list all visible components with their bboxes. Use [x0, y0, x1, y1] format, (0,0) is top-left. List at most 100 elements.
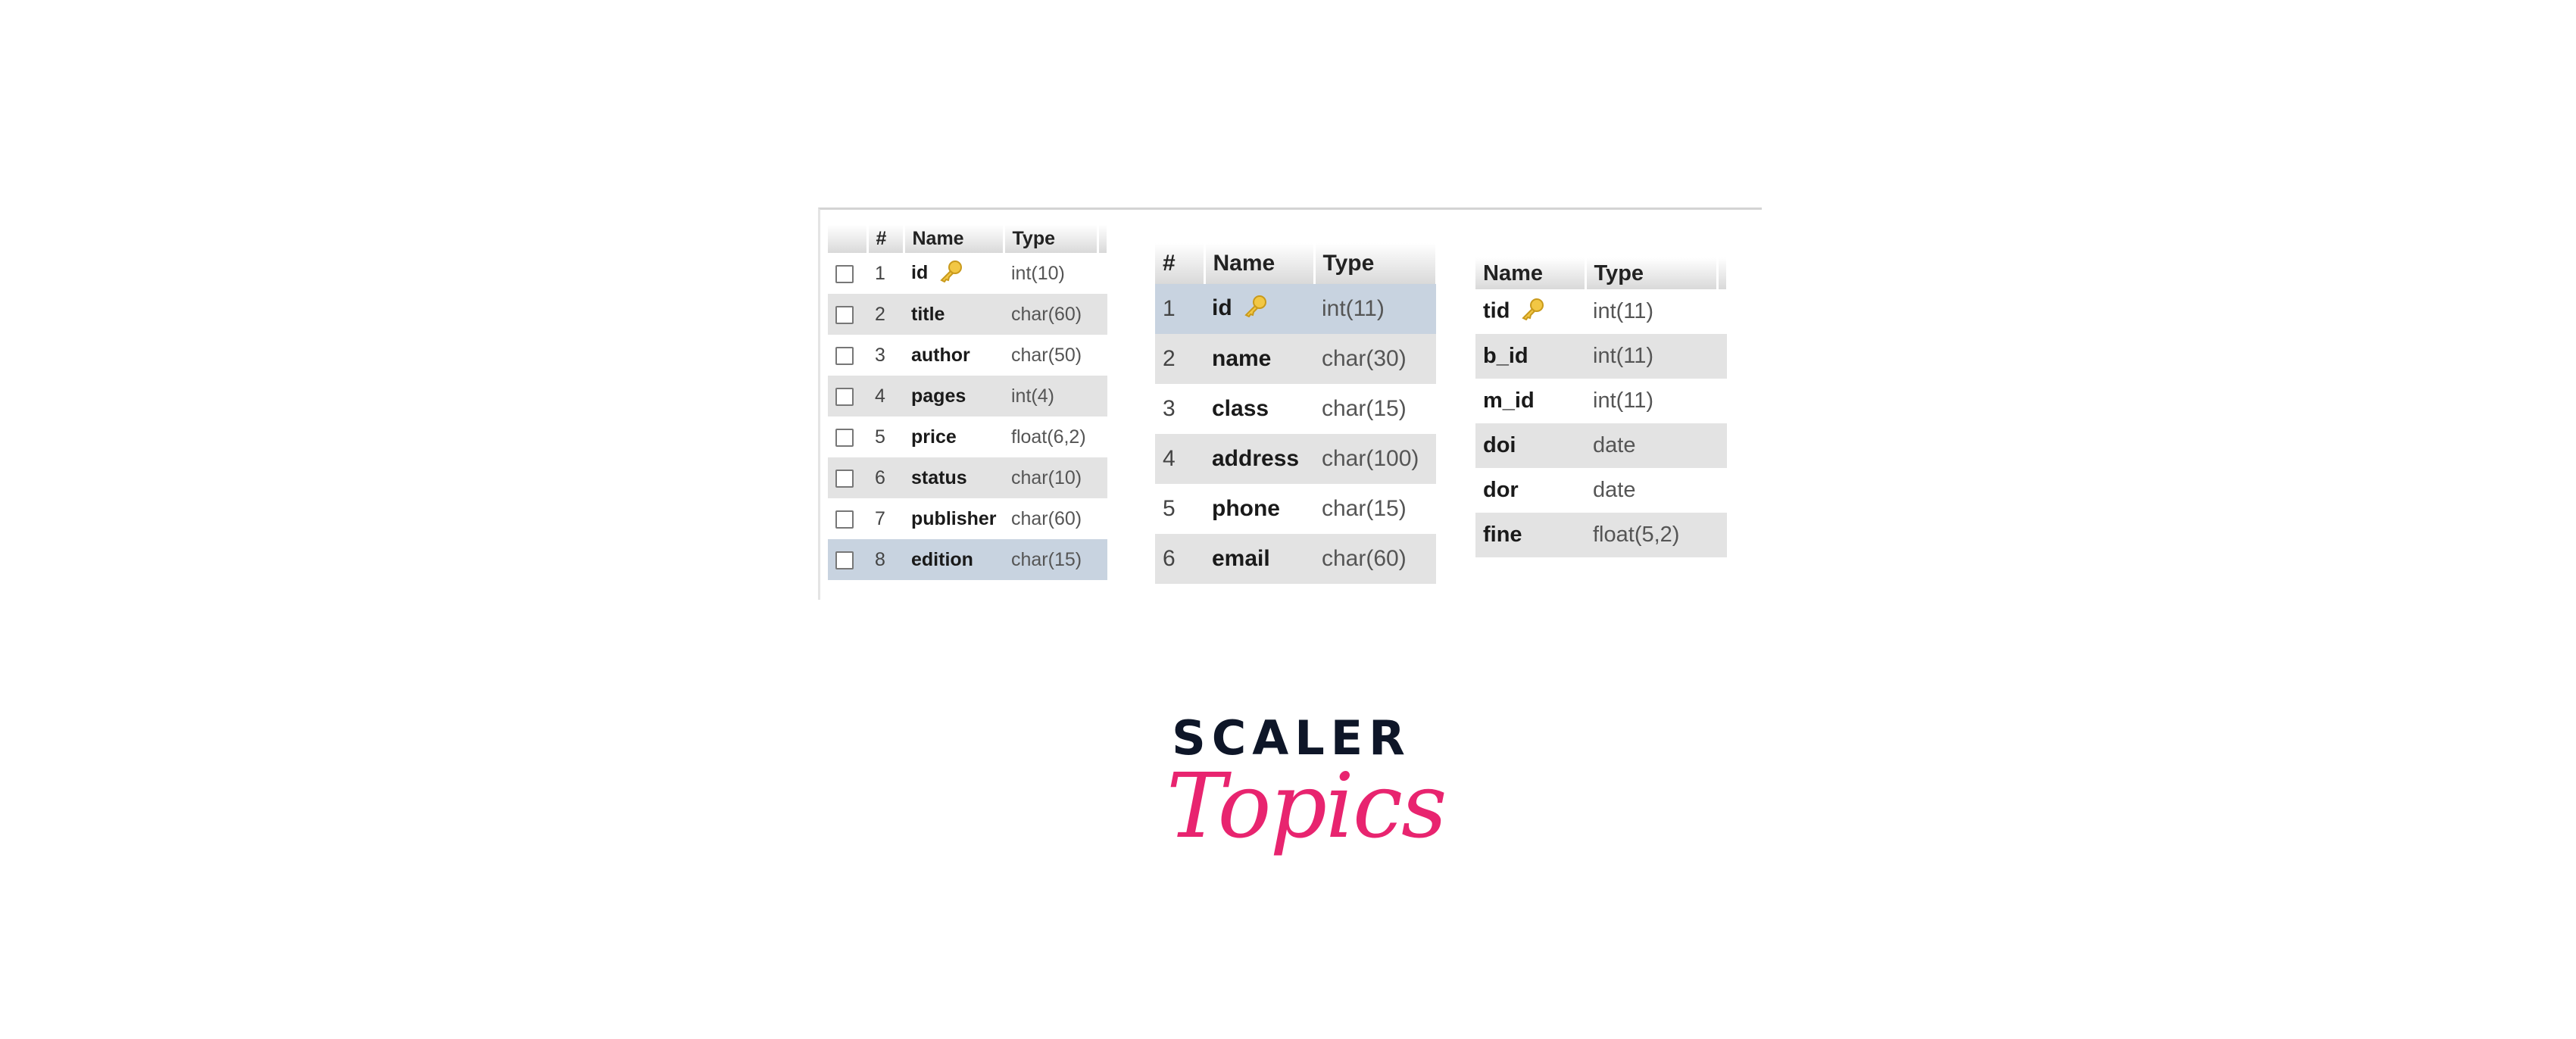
column-type: int(11) [1585, 379, 1717, 423]
row-checkbox[interactable] [835, 346, 854, 365]
primary-key-icon [1520, 298, 1546, 326]
truncated-cell [1098, 457, 1107, 498]
column-type: int(10) [1004, 253, 1098, 294]
row-select[interactable] [828, 376, 867, 417]
column-name: email [1204, 534, 1314, 584]
row-select[interactable] [828, 498, 867, 539]
table-row[interactable]: doi date [1475, 423, 1727, 468]
row-select[interactable] [828, 539, 867, 580]
header-cell[interactable]: Name [1204, 243, 1316, 284]
column-name: class [1204, 384, 1314, 434]
header-cell[interactable]: Type [1314, 243, 1438, 284]
truncated-cell [1098, 376, 1107, 417]
table-row[interactable]: 2 name char(30) [1155, 334, 1436, 384]
row-select[interactable] [828, 253, 867, 294]
table-row[interactable]: 2 title char(60) [828, 294, 1107, 335]
header-cell[interactable]: Type [1585, 257, 1719, 289]
row-number: 6 [867, 457, 904, 498]
column-name-text: class [1212, 396, 1269, 421]
truncated-cell [1717, 468, 1727, 513]
row-checkbox[interactable] [835, 510, 854, 529]
header-cell[interactable]: Name [1475, 257, 1587, 289]
column-name-text: edition [911, 548, 973, 570]
truncated-cell [1717, 334, 1727, 379]
column-name: publisher [904, 498, 1004, 539]
row-number: 5 [867, 417, 904, 457]
column-name-text: name [1212, 346, 1272, 371]
row-number: 8 [867, 539, 904, 580]
column-name-text: publisher [911, 507, 997, 529]
books-table: # Name Type 1 id int(10) 2 title char(60) 3 author… [828, 225, 1109, 580]
table-row[interactable]: tid int(11) [1475, 289, 1727, 334]
column-name-text: title [911, 303, 945, 325]
row-checkbox[interactable] [835, 387, 854, 406]
column-type: char(60) [1314, 534, 1436, 584]
column-name: price [904, 417, 1004, 457]
table-row[interactable]: 3 class char(15) [1155, 384, 1436, 434]
column-name: id [1204, 284, 1314, 334]
column-name: m_id [1475, 379, 1585, 423]
column-name-text: dor [1483, 478, 1519, 502]
column-type: int(11) [1585, 334, 1717, 379]
column-name: phone [1204, 484, 1314, 534]
column-name: edition [904, 539, 1004, 580]
row-number: 3 [1155, 384, 1204, 434]
table-row[interactable]: 6 status char(10) [828, 457, 1107, 498]
row-select[interactable] [828, 335, 867, 376]
column-type: date [1585, 468, 1717, 513]
table-row[interactable]: 1 id int(11) [1155, 284, 1436, 334]
table-row[interactable]: fine float(5,2) [1475, 513, 1727, 557]
table-row[interactable]: m_id int(11) [1475, 379, 1727, 423]
column-name-text: m_id [1483, 388, 1535, 413]
truncated-cell [1717, 423, 1727, 468]
table-row[interactable]: 5 phone char(15) [1155, 484, 1436, 534]
column-type: date [1585, 423, 1717, 468]
column-type: float(6,2) [1004, 417, 1098, 457]
header-row: # Name Type [1155, 243, 1438, 284]
header-cell[interactable]: Name [904, 225, 1005, 253]
table-row[interactable]: 7 publisher char(60) [828, 498, 1107, 539]
column-type: char(15) [1314, 384, 1436, 434]
row-number: 2 [867, 294, 904, 335]
row-checkbox[interactable] [835, 428, 854, 447]
column-name: b_id [1475, 334, 1585, 379]
header-cell[interactable]: Type [1004, 225, 1099, 253]
members-table: # Name Type 1 id int(11) 2 name char(30) 3 class ch… [1155, 243, 1438, 584]
header-cell-truncated [1098, 225, 1109, 253]
table-row[interactable]: 4 pages int(4) [828, 376, 1107, 417]
primary-key-icon [938, 260, 964, 288]
row-checkbox[interactable] [835, 264, 854, 283]
row-number: 1 [867, 253, 904, 294]
row-select[interactable] [828, 294, 867, 335]
table-row[interactable]: 1 id int(10) [828, 253, 1107, 294]
table-row[interactable]: 3 author char(50) [828, 335, 1107, 376]
header-cell[interactable]: # [1155, 243, 1206, 284]
header-cell[interactable]: # [867, 225, 905, 253]
truncated-cell [1098, 417, 1107, 457]
row-number: 5 [1155, 484, 1204, 534]
column-type: char(15) [1314, 484, 1436, 534]
column-type: char(60) [1004, 294, 1098, 335]
column-name-text: email [1212, 546, 1270, 571]
row-select[interactable] [828, 457, 867, 498]
row-select[interactable] [828, 417, 867, 457]
table-row[interactable]: 6 email char(60) [1155, 534, 1436, 584]
row-checkbox[interactable] [835, 551, 854, 569]
truncated-cell [1098, 294, 1107, 335]
column-type: char(10) [1004, 457, 1098, 498]
table-row[interactable]: 4 address char(100) [1155, 434, 1436, 484]
table-row[interactable]: b_id int(11) [1475, 334, 1727, 379]
table-row[interactable]: 5 price float(6,2) [828, 417, 1107, 457]
logo-topics-text: Topics [1166, 754, 1447, 858]
column-name-text: fine [1483, 523, 1522, 547]
column-name-text: address [1212, 446, 1300, 471]
column-name: dor [1475, 468, 1585, 513]
row-checkbox[interactable] [835, 469, 854, 488]
column-name-text: b_id [1483, 344, 1528, 368]
row-checkbox[interactable] [835, 305, 854, 324]
table-row[interactable]: dor date [1475, 468, 1727, 513]
column-name: status [904, 457, 1004, 498]
header-row: Name Type [1475, 257, 1728, 289]
column-type: char(100) [1314, 434, 1436, 484]
table-row[interactable]: 8 edition char(15) [828, 539, 1107, 580]
